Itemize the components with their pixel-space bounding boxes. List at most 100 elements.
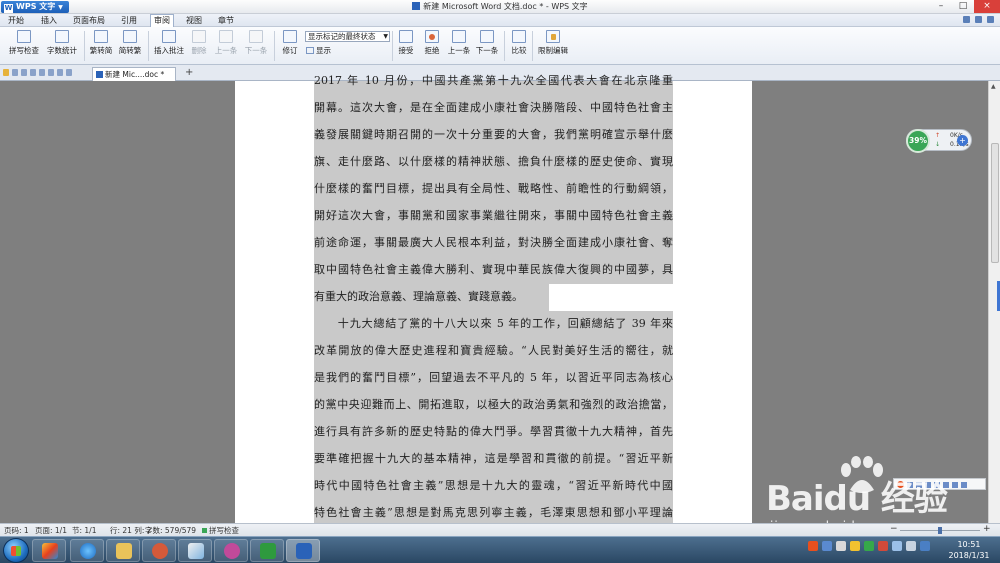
print-icon[interactable] <box>30 69 36 76</box>
track-changes-button[interactable]: 修订 <box>278 30 302 56</box>
status-page[interactable]: 页面: 1/1 <box>35 526 67 535</box>
taskbar-app-paint[interactable] <box>178 539 212 562</box>
next-comment-icon <box>249 30 263 43</box>
document-line[interactable]: 要準確把握十九大的基本精神，這是學習和貫徹的前提。“習近平新 <box>314 452 673 465</box>
sogou-tray-icon[interactable] <box>808 541 818 551</box>
zoom-slider-handle[interactable] <box>938 527 942 534</box>
taskbar-app-media[interactable] <box>32 539 66 562</box>
network-icon[interactable] <box>892 541 902 551</box>
menu-review[interactable]: 审阅 <box>150 14 174 27</box>
status-spellcheck[interactable]: 拼写检查 <box>202 526 239 535</box>
volume-icon[interactable] <box>906 541 916 551</box>
taskbar-app-tool[interactable] <box>214 539 248 562</box>
document-line[interactable]: 開幕。這次大會，是在全面建成小康社會決勝階段、中國特色社會主 <box>314 101 673 114</box>
minimize-button[interactable]: – <box>930 0 952 13</box>
skin-icon[interactable] <box>952 482 958 488</box>
print-preview-icon[interactable] <box>39 69 45 76</box>
export-pdf-icon[interactable] <box>21 69 27 76</box>
accept-icon <box>399 30 413 43</box>
document-line[interactable]: 取中國特色社會主義偉大勝利、實現中華民族偉大復興的中國夢，具 <box>314 263 673 276</box>
taskbar-app-wps-writer[interactable] <box>286 539 320 562</box>
document-line[interactable]: 特色社會主義”思想是對馬克思列寧主義，毛澤東思想和鄧小平理論 <box>314 506 673 519</box>
compare-button[interactable]: 比较 <box>508 30 530 56</box>
security-shield-icon[interactable] <box>864 541 874 551</box>
menu-page-layout[interactable]: 页面布局 <box>70 15 108 26</box>
document-page[interactable]: 2017 年 10 月份，中國共產黨第十九次全國代表大會在北京隆重 開幕。這次大會… <box>235 74 752 523</box>
spellcheck-button[interactable]: 拼写检查 <box>4 30 44 56</box>
help-icon[interactable] <box>963 16 970 23</box>
document-line[interactable]: 有重大的政治意義、理論意義、實踐意義。 <box>314 290 673 303</box>
taskbar-app-player[interactable] <box>142 539 176 562</box>
word-count-button[interactable]: 字数统计 <box>44 30 80 56</box>
status-section[interactable]: 节: 1/1 <box>72 526 96 535</box>
to-traditional-button[interactable]: 简转繁 <box>116 30 144 56</box>
document-tab[interactable]: 新建 Mic....doc * <box>92 67 176 81</box>
prev-comment-button[interactable]: 上一条 <box>212 30 240 56</box>
status-page-number[interactable]: 页码: 1 <box>4 526 29 535</box>
document-line[interactable]: 旗、走什麼路、以什麼樣的精神狀態、擔負什麼樣的歷史使命、實現 <box>314 155 673 168</box>
menu-home[interactable]: 开始 <box>5 15 27 26</box>
ime-tray-icon[interactable] <box>822 541 832 551</box>
media-player-icon <box>42 543 58 559</box>
show-markup-dropdown[interactable]: 显示 <box>306 46 331 56</box>
network-speed-widget[interactable]: 39% ↑0K/s ↓0.1K/s + <box>906 129 972 153</box>
input-tray-icon[interactable] <box>836 541 846 551</box>
speed-widget-expand-button[interactable]: + <box>957 135 968 146</box>
customize-toolbar-icon[interactable] <box>66 69 72 76</box>
window-title: 新建 Microsoft Word 文档.doc * - WPS 文字 <box>0 1 1000 12</box>
accept-change-button[interactable]: 接受 <box>394 30 418 56</box>
save-icon[interactable] <box>12 69 18 76</box>
document-line[interactable]: 是我們的奮鬥目標”，回望過去不平凡的 5 年，以習近平同志為核心 <box>314 371 673 384</box>
menu-insert[interactable]: 插入 <box>38 15 60 26</box>
menu-references[interactable]: 引用 <box>118 15 140 26</box>
maximize-button[interactable]: □ <box>952 0 974 13</box>
toolbox-icon[interactable] <box>961 482 967 488</box>
document-line[interactable]: 2017 年 10 月份，中國共產黨第十九次全國代表大會在北京隆重 <box>314 74 673 87</box>
zoom-in-button[interactable]: + <box>983 525 991 534</box>
undo-icon[interactable] <box>48 69 54 76</box>
clock-time[interactable]: 10:51 <box>944 540 994 549</box>
new-tab-button[interactable]: + <box>185 67 193 79</box>
taskbar-app-explorer[interactable] <box>106 539 140 562</box>
scroll-up-icon[interactable]: ▲ <box>991 83 996 90</box>
redo-icon[interactable] <box>57 69 63 76</box>
start-button[interactable] <box>3 538 29 563</box>
tray-icon[interactable] <box>850 541 860 551</box>
insert-comment-button[interactable]: 插入批注 <box>152 30 186 56</box>
restrict-editing-button[interactable]: 限制编辑 <box>536 30 570 56</box>
document-line[interactable]: 十九大總結了黨的十八大以來 5 年的工作，回顧總結了 39 年來 <box>314 317 673 330</box>
to-simplified-button[interactable]: 繁转简 <box>88 30 114 56</box>
reject-change-button[interactable]: 拒绝 <box>420 30 444 56</box>
prev-change-button[interactable]: 上一条 <box>446 30 472 56</box>
window-controls: – □ × <box>930 0 1000 13</box>
document-line[interactable]: 的黨中央迎難而上、開拓進取，以極大的政治勇氣和強烈的政治擔當， <box>314 398 673 411</box>
skin-icon[interactable] <box>975 16 982 23</box>
collapse-ribbon-icon[interactable] <box>987 16 994 23</box>
zoom-out-button[interactable]: − <box>890 525 898 534</box>
traditional-icon <box>123 30 137 43</box>
delete-comment-icon <box>192 30 206 43</box>
menu-view[interactable]: 视图 <box>183 15 205 26</box>
antivirus-tray-icon[interactable] <box>878 541 888 551</box>
document-line[interactable]: 時代中國特色社會主義”思想是十九大的靈魂，“習近平新時代中國 <box>314 479 673 492</box>
clock-date[interactable]: 2018/1/31 <box>944 551 994 560</box>
taskbar-app-ie[interactable] <box>70 539 104 562</box>
tray-icon[interactable] <box>920 541 930 551</box>
vertical-scrollbar[interactable]: ▲ <box>988 81 1000 523</box>
document-line[interactable]: 開好這次大會，事關黨和國家事業繼往開來，事關中國特色社會主義 <box>314 209 673 222</box>
taskbar-app-wps-sheets[interactable] <box>250 539 284 562</box>
open-icon[interactable] <box>3 69 9 76</box>
document-line[interactable]: 義發展關鍵時期召開的一次十分重要的大會，我們黨明確宣示舉什麼 <box>314 128 673 141</box>
document-line[interactable]: 什麼樣的奮鬥目標，提出具有全局性、戰略性、前瞻性的行動綱領， <box>314 182 673 195</box>
document-line[interactable]: 進行具有許多新的歷史特點的偉大鬥爭。學習貫徹十九大精神，首先 <box>314 425 673 438</box>
scroll-thumb[interactable] <box>991 143 999 263</box>
document-line[interactable]: 前途命運，事關最廣大人民根本利益，對決勝全面建成小康社會、奪 <box>314 236 673 249</box>
delete-comment-button[interactable]: 删除 <box>188 30 210 56</box>
menu-chapter[interactable]: 章节 <box>215 15 237 26</box>
next-change-button[interactable]: 下一条 <box>474 30 500 56</box>
document-line[interactable]: 改革開放的偉大歷史進程和寶貴經驗。“人民對美好生活的嚮往，就 <box>314 344 673 357</box>
markup-state-select[interactable]: 显示标记的最终状态 ▼ <box>305 31 390 42</box>
close-button[interactable]: × <box>974 0 1000 13</box>
status-word-count[interactable]: 字数: 579/579 <box>145 526 196 535</box>
next-comment-button[interactable]: 下一条 <box>242 30 270 56</box>
